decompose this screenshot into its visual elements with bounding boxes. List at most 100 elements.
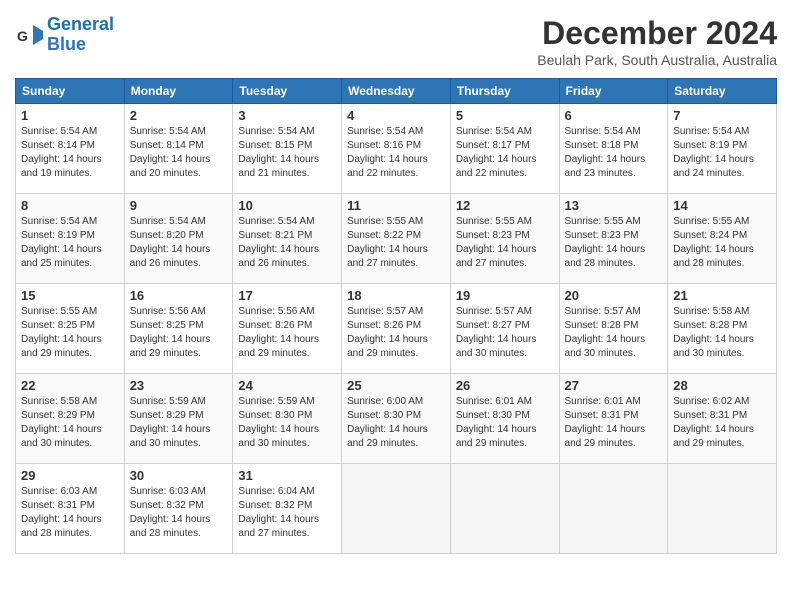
day-info: Sunrise: 5:56 AMSunset: 8:25 PMDaylight:…: [130, 305, 228, 361]
header-thursday: Thursday: [450, 79, 559, 104]
calendar-cell: [342, 464, 451, 554]
day-info: Sunrise: 5:56 AMSunset: 8:26 PMDaylight:…: [238, 305, 336, 361]
calendar-cell: 15 Sunrise: 5:55 AMSunset: 8:25 PMDayligh…: [16, 284, 125, 374]
day-number: 23: [130, 378, 228, 393]
calendar-cell: 31Sunrise: 6:04 AMSunset: 8:32 PMDayligh…: [233, 464, 342, 554]
day-info: Sunrise: 5:57 AMSunset: 8:26 PMDaylight:…: [347, 305, 445, 361]
day-number: 7: [673, 108, 771, 123]
day-info: Sunrise: 6:02 AMSunset: 8:31 PMDaylight:…: [673, 395, 771, 451]
day-number: 6: [565, 108, 663, 123]
day-number: 5: [456, 108, 554, 123]
calendar-cell: [559, 464, 668, 554]
day-info: Sunrise: 5:58 AMSunset: 8:28 PMDaylight:…: [673, 305, 771, 361]
header-saturday: Saturday: [668, 79, 777, 104]
calendar-week-3: 22 Sunrise: 5:58 AMSunset: 8:29 PMDayligh…: [16, 374, 777, 464]
calendar-cell: 28 Sunrise: 6:02 AMSunset: 8:31 PMDayligh…: [668, 374, 777, 464]
day-info: Sunrise: 5:59 AMSunset: 8:29 PMDaylight:…: [130, 395, 228, 451]
day-info: Sunrise: 5:54 AMSunset: 8:15 PMDaylight:…: [238, 125, 336, 181]
calendar-cell: 7 Sunrise: 5:54 AMSunset: 8:19 PMDaylight…: [668, 104, 777, 194]
calendar-cell: 18Sunrise: 5:57 AMSunset: 8:26 PMDayligh…: [342, 284, 451, 374]
day-info: Sunrise: 5:54 AMSunset: 8:19 PMDaylight:…: [673, 125, 771, 181]
day-number: 14: [673, 198, 771, 213]
calendar-cell: 21 Sunrise: 5:58 AMSunset: 8:28 PMDayligh…: [668, 284, 777, 374]
day-info: Sunrise: 5:54 AMSunset: 8:16 PMDaylight:…: [347, 125, 445, 181]
day-number: 15: [21, 288, 119, 303]
day-info: Sunrise: 5:55 AMSunset: 8:25 PMDaylight:…: [21, 305, 119, 361]
day-number: 21: [673, 288, 771, 303]
logo-line2: Blue: [47, 35, 114, 55]
day-info: Sunrise: 6:01 AMSunset: 8:30 PMDaylight:…: [456, 395, 554, 451]
day-info: Sunrise: 5:54 AMSunset: 8:18 PMDaylight:…: [565, 125, 663, 181]
calendar-cell: 20Sunrise: 5:57 AMSunset: 8:28 PMDayligh…: [559, 284, 668, 374]
calendar-table: SundayMondayTuesdayWednesdayThursdayFrid…: [15, 78, 777, 554]
day-number: 29: [21, 468, 119, 483]
calendar-week-1: 8 Sunrise: 5:54 AMSunset: 8:19 PMDaylight…: [16, 194, 777, 284]
day-number: 9: [130, 198, 228, 213]
day-info: Sunrise: 5:54 AMSunset: 8:17 PMDaylight:…: [456, 125, 554, 181]
location: Beulah Park, South Australia, Australia: [537, 52, 777, 68]
day-number: 13: [565, 198, 663, 213]
day-info: Sunrise: 5:58 AMSunset: 8:29 PMDaylight:…: [21, 395, 119, 451]
day-number: 10: [238, 198, 336, 213]
calendar-cell: 30Sunrise: 6:03 AMSunset: 8:32 PMDayligh…: [124, 464, 233, 554]
calendar-cell: 12Sunrise: 5:55 AMSunset: 8:23 PMDayligh…: [450, 194, 559, 284]
calendar-body: 1 Sunrise: 5:54 AMSunset: 8:14 PMDaylight…: [16, 104, 777, 554]
calendar-cell: 17 Sunrise: 5:56 AMSunset: 8:26 PMDayligh…: [233, 284, 342, 374]
calendar-cell: 5 Sunrise: 5:54 AMSunset: 8:17 PMDaylight…: [450, 104, 559, 194]
day-info: Sunrise: 5:54 AMSunset: 8:14 PMDaylight:…: [130, 125, 228, 181]
day-info: Sunrise: 5:55 AMSunset: 8:22 PMDaylight:…: [347, 215, 445, 271]
logo-line1: General: [47, 14, 114, 34]
day-number: 26: [456, 378, 554, 393]
day-info: Sunrise: 6:03 AMSunset: 8:31 PMDaylight:…: [21, 485, 119, 541]
day-number: 4: [347, 108, 445, 123]
calendar-cell: 10 Sunrise: 5:54 AMSunset: 8:21 PMDayligh…: [233, 194, 342, 284]
calendar-cell: 1Sunrise: 5:54 AMSunset: 8:14 PMDaylight…: [16, 104, 125, 194]
day-number: 12: [456, 198, 554, 213]
calendar-cell: 13 Sunrise: 5:55 AMSunset: 8:23 PMDayligh…: [559, 194, 668, 284]
header-friday: Friday: [559, 79, 668, 104]
calendar-cell: 2Sunrise: 5:54 AMSunset: 8:14 PMDaylight…: [124, 104, 233, 194]
day-info: Sunrise: 5:54 AMSunset: 8:19 PMDaylight:…: [21, 215, 119, 271]
calendar-cell: 23 Sunrise: 5:59 AMSunset: 8:29 PMDayligh…: [124, 374, 233, 464]
day-info: Sunrise: 5:59 AMSunset: 8:30 PMDaylight:…: [238, 395, 336, 451]
month-title: December 2024: [537, 15, 777, 52]
day-number: 17: [238, 288, 336, 303]
day-number: 8: [21, 198, 119, 213]
calendar-cell: 16 Sunrise: 5:56 AMSunset: 8:25 PMDayligh…: [124, 284, 233, 374]
calendar-cell: 22 Sunrise: 5:58 AMSunset: 8:29 PMDayligh…: [16, 374, 125, 464]
day-number: 16: [130, 288, 228, 303]
day-info: Sunrise: 5:55 AMSunset: 8:24 PMDaylight:…: [673, 215, 771, 271]
day-number: 1: [21, 108, 119, 123]
calendar-cell: 26 Sunrise: 6:01 AMSunset: 8:30 PMDayligh…: [450, 374, 559, 464]
calendar-header-row: SundayMondayTuesdayWednesdayThursdayFrid…: [16, 79, 777, 104]
calendar-week-4: 29 Sunrise: 6:03 AMSunset: 8:31 PMDayligh…: [16, 464, 777, 554]
day-info: Sunrise: 5:54 AMSunset: 8:20 PMDaylight:…: [130, 215, 228, 271]
day-info: Sunrise: 5:55 AMSunset: 8:23 PMDaylight:…: [565, 215, 663, 271]
calendar-cell: 6 Sunrise: 5:54 AMSunset: 8:18 PMDaylight…: [559, 104, 668, 194]
calendar-cell: 19Sunrise: 5:57 AMSunset: 8:27 PMDayligh…: [450, 284, 559, 374]
day-number: 11: [347, 198, 445, 213]
header-monday: Monday: [124, 79, 233, 104]
header-wednesday: Wednesday: [342, 79, 451, 104]
day-number: 20: [565, 288, 663, 303]
calendar-cell: 29 Sunrise: 6:03 AMSunset: 8:31 PMDayligh…: [16, 464, 125, 554]
page-header: G General Blue December 2024 Beulah Park…: [15, 15, 777, 68]
calendar-cell: 11 Sunrise: 5:55 AMSunset: 8:22 PMDayligh…: [342, 194, 451, 284]
day-number: 28: [673, 378, 771, 393]
day-number: 22: [21, 378, 119, 393]
day-number: 24: [238, 378, 336, 393]
calendar-cell: 24 Sunrise: 5:59 AMSunset: 8:30 PMDayligh…: [233, 374, 342, 464]
day-number: 19: [456, 288, 554, 303]
day-number: 31: [238, 468, 336, 483]
calendar-cell: 14 Sunrise: 5:55 AMSunset: 8:24 PMDayligh…: [668, 194, 777, 284]
logo-icon: G: [15, 21, 43, 49]
calendar-cell: 8 Sunrise: 5:54 AMSunset: 8:19 PMDaylight…: [16, 194, 125, 284]
calendar-cell: [668, 464, 777, 554]
day-info: Sunrise: 6:00 AMSunset: 8:30 PMDaylight:…: [347, 395, 445, 451]
day-info: Sunrise: 5:54 AMSunset: 8:21 PMDaylight:…: [238, 215, 336, 271]
calendar-week-0: 1 Sunrise: 5:54 AMSunset: 8:14 PMDaylight…: [16, 104, 777, 194]
calendar-cell: [450, 464, 559, 554]
day-number: 27: [565, 378, 663, 393]
calendar-cell: 27Sunrise: 6:01 AMSunset: 8:31 PMDayligh…: [559, 374, 668, 464]
day-number: 25: [347, 378, 445, 393]
